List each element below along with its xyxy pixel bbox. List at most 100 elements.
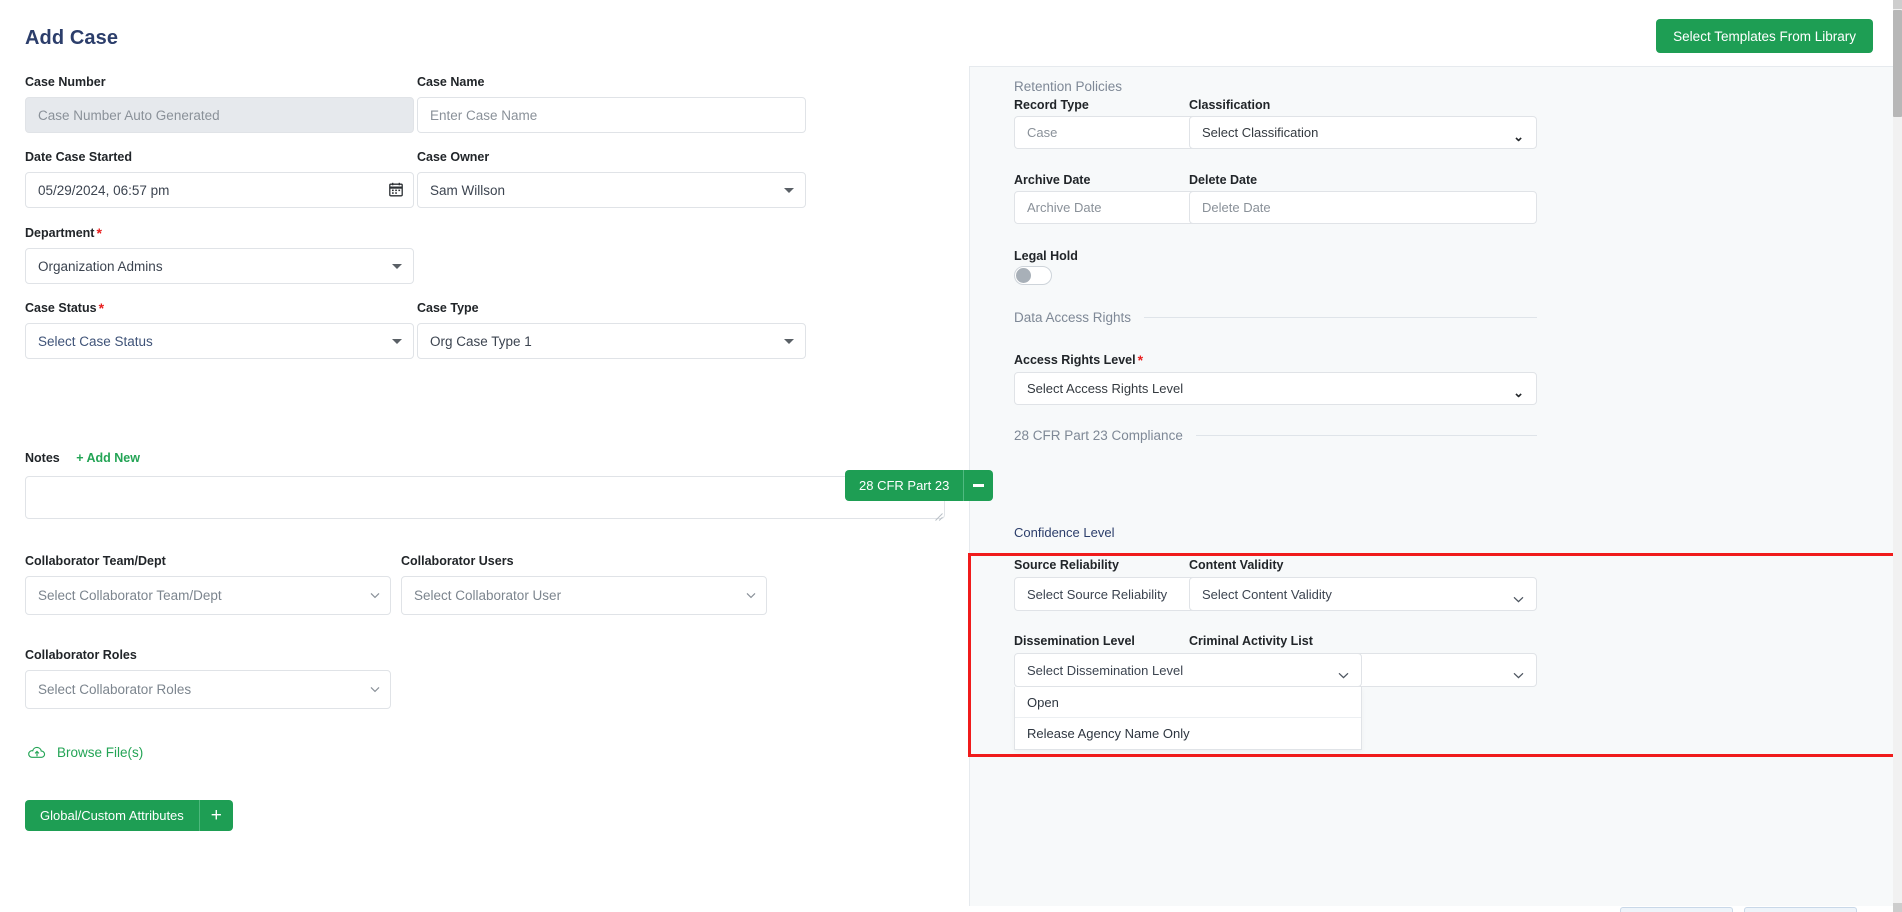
content-validity-label: Content Validity (1189, 558, 1284, 572)
add-case-screen: Add Case Case Number Case Number Auto Ge… (0, 0, 1902, 912)
footer-button-right[interactable] (1744, 907, 1857, 912)
case-status-field: Case Status * Select Case Status (25, 301, 414, 359)
access-rights-level-select[interactable]: Select Access Rights Level ⌄ (1014, 372, 1537, 405)
source-reliability-placeholder: Select Source Reliability (1027, 586, 1168, 602)
case-name-input[interactable]: Enter Case Name (417, 97, 806, 133)
content-validity-placeholder: Select Content Validity (1202, 586, 1332, 602)
chevron-down-icon (370, 686, 380, 695)
collaborator-roles-select[interactable]: Select Collaborator Roles (25, 670, 391, 709)
collaborator-users-field: Collaborator Users Select Collaborator U… (401, 554, 767, 615)
case-name-placeholder: Enter Case Name (430, 107, 538, 123)
notes-add-new-button[interactable]: + Add New (76, 451, 140, 465)
cfr-part-23-group: 28 CFR Part 23 (845, 470, 994, 501)
case-status-label-text: Case Status (25, 301, 97, 315)
browse-files-button[interactable]: Browse File(s) (28, 745, 143, 760)
notes-textarea[interactable] (25, 476, 945, 521)
cfr-part-23-badge[interactable]: 28 CFR Part 23 (845, 470, 964, 501)
chevron-down-icon (370, 592, 380, 601)
global-custom-attributes-button[interactable]: Global/Custom Attributes (25, 800, 199, 831)
collaborator-roles-placeholder: Select Collaborator Roles (38, 682, 192, 697)
calendar-icon[interactable] (389, 182, 403, 197)
plus-icon[interactable]: + (198, 800, 233, 831)
date-case-started-input[interactable]: 05/29/2024, 06:57 pm (25, 172, 414, 208)
collaborator-users-label: Collaborator Users (401, 554, 514, 568)
date-case-started-value: 05/29/2024, 06:57 pm (38, 182, 170, 198)
scroll-down-arrow[interactable] (1893, 903, 1902, 912)
section-divider (1195, 435, 1537, 436)
date-case-started-field: Date Case Started 05/29/2024, 06:57 pm (25, 150, 414, 208)
case-type-label: Case Type (417, 301, 479, 315)
legal-hold-toggle[interactable] (1014, 266, 1052, 285)
case-type-select[interactable]: Org Case Type 1 (417, 323, 806, 359)
case-number-label: Case Number (25, 75, 106, 89)
collaborator-users-select[interactable]: Select Collaborator User (401, 576, 767, 615)
chevron-down-icon (784, 188, 794, 193)
content-validity-select[interactable]: Select Content Validity (1189, 577, 1537, 611)
case-form-panel: Add Case Case Number Case Number Auto Ge… (0, 0, 969, 912)
data-access-rights-title-text: Data Access Rights (1014, 310, 1132, 325)
department-select[interactable]: Organization Admins (25, 248, 414, 284)
dissemination-level-placeholder: Select Dissemination Level (1027, 662, 1184, 678)
access-rights-level-placeholder: Select Access Rights Level (1027, 381, 1184, 396)
case-status-select[interactable]: Select Case Status (25, 323, 414, 359)
source-reliability-label: Source Reliability (1014, 558, 1119, 572)
classification-label: Classification (1189, 98, 1271, 112)
record-type-label: Record Type (1014, 98, 1089, 112)
dropdown-option-open[interactable]: Open (1015, 687, 1361, 718)
dissemination-level-label: Dissemination Level (1014, 634, 1135, 648)
collaborator-team-dept-label: Collaborator Team/Dept (25, 554, 166, 568)
cloud-upload-icon (28, 745, 46, 760)
case-name-label: Case Name (417, 75, 485, 89)
case-status-placeholder: Select Case Status (38, 333, 153, 349)
chevron-down-icon (1513, 667, 1524, 679)
toggle-knob (1016, 268, 1031, 283)
department-label-text: Department (25, 226, 95, 240)
retention-policies-title-text: Retention Policies (1014, 79, 1123, 94)
cfr-compliance-title-text: 28 CFR Part 23 Compliance (1014, 428, 1183, 443)
chevron-down-icon (1338, 667, 1349, 679)
chevron-down-icon (746, 592, 756, 601)
minus-icon[interactable] (963, 470, 994, 501)
chevron-down-icon (392, 339, 402, 344)
collaborator-team-dept-placeholder: Select Collaborator Team/Dept (38, 588, 222, 603)
dropdown-option-release-agency-name-only[interactable]: Release Agency Name Only (1015, 718, 1361, 749)
case-name-field: Case Name Enter Case Name (417, 75, 806, 133)
collaborator-users-placeholder: Select Collaborator User (414, 588, 562, 603)
dissemination-level-dropdown: Open Release Agency Name Only (1014, 687, 1362, 750)
delete-date-input[interactable]: Delete Date (1189, 191, 1537, 224)
archive-date-placeholder: Archive Date (1027, 200, 1102, 215)
global-custom-attributes-group: Global/Custom Attributes + (25, 800, 233, 831)
classification-select[interactable]: Select Classification ⌄ (1189, 116, 1537, 149)
notes-label: Notes (25, 451, 60, 465)
criminal-activity-list-label: Criminal Activity List (1189, 634, 1313, 648)
page-scrollbar[interactable] (1893, 0, 1902, 912)
scroll-up-arrow[interactable] (1893, 0, 1902, 9)
footer-area (969, 885, 1902, 912)
delete-date-placeholder: Delete Date (1202, 200, 1271, 215)
dissemination-level-select[interactable]: Select Dissemination Level (1014, 653, 1362, 687)
cfr-compliance-section-title: 28 CFR Part 23 Compliance (1014, 428, 1537, 443)
collaborator-roles-label: Collaborator Roles (25, 648, 137, 662)
select-templates-from-library-button[interactable]: Select Templates From Library (1656, 19, 1873, 53)
chevron-down-icon: ⌄ (1513, 384, 1524, 400)
resize-grip-icon[interactable] (934, 508, 943, 521)
case-owner-value: Sam Willson (430, 182, 506, 198)
case-owner-select[interactable]: Sam Willson (417, 172, 806, 208)
footer-button-left[interactable] (1620, 907, 1733, 912)
required-asterisk: * (1137, 352, 1144, 368)
case-number-placeholder: Case Number Auto Generated (38, 107, 220, 123)
record-type-placeholder: Case (1027, 125, 1058, 140)
case-number-input[interactable]: Case Number Auto Generated (25, 97, 414, 133)
section-divider (1144, 317, 1537, 318)
delete-date-label: Delete Date (1189, 173, 1258, 187)
scrollbar-thumb[interactable] (1893, 10, 1902, 117)
department-label: Department * (25, 226, 414, 241)
footer-strip (969, 885, 1893, 906)
collaborator-team-dept-field: Collaborator Team/Dept Select Collaborat… (25, 554, 391, 615)
collaborator-team-dept-select[interactable]: Select Collaborator Team/Dept (25, 576, 391, 615)
chevron-down-icon (784, 339, 794, 344)
case-type-field: Case Type Org Case Type 1 (417, 301, 806, 359)
case-owner-field: Case Owner Sam Willson (417, 150, 806, 208)
case-owner-label: Case Owner (417, 150, 490, 164)
browse-files-label: Browse File(s) (57, 745, 144, 760)
